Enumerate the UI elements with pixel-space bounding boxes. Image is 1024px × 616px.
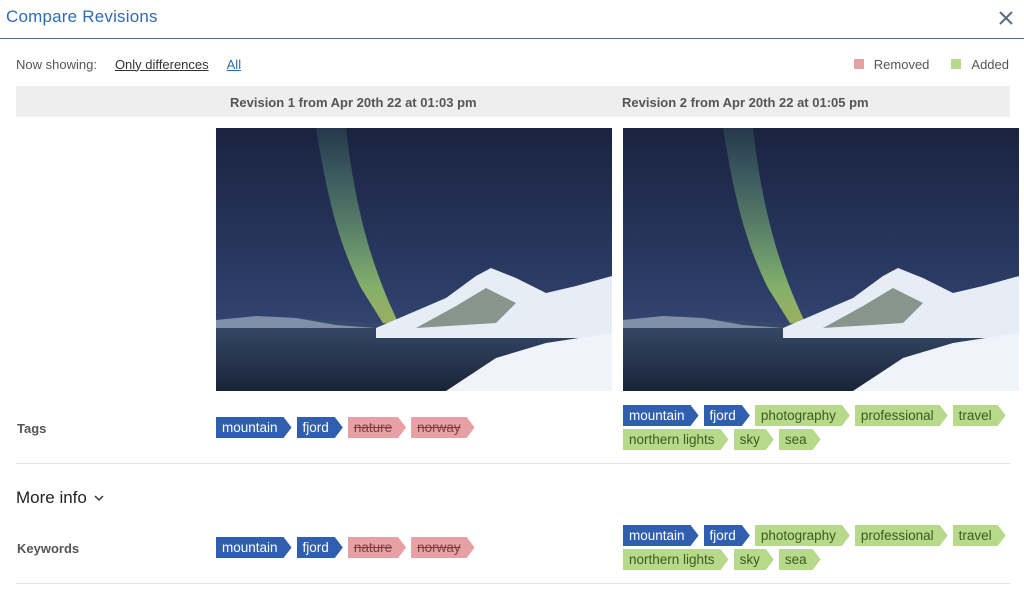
revision-header-bar: Revision 1 from Apr 20th 22 at 01:03 pm …	[16, 86, 1010, 117]
tag-chip: fjord	[297, 417, 343, 438]
legend-added-swatch	[951, 59, 962, 69]
legend-removed-label: Removed	[873, 56, 930, 72]
tag-chip: sky	[734, 549, 774, 570]
more-info-toggle[interactable]: More info	[16, 488, 105, 508]
divider	[16, 583, 1010, 584]
keywords-revision-1: mountain fjord nature norway	[216, 537, 612, 561]
legend-removed-swatch	[853, 59, 864, 69]
chevron-down-icon	[94, 495, 104, 502]
tag-chip: mountain	[623, 525, 699, 546]
tag-chip: sea	[779, 549, 821, 570]
tag-chip: norway	[411, 537, 475, 558]
filter-only-differences-link[interactable]: Only differences	[115, 57, 209, 72]
tag-chip: nature	[348, 537, 406, 558]
legend: Removed Added	[832, 55, 1009, 73]
tag-chip: sky	[734, 429, 774, 450]
revision-2-image	[623, 128, 1019, 391]
close-icon	[999, 11, 1013, 25]
tag-chip: northern lights	[623, 429, 729, 450]
revision-1-header: Revision 1 from Apr 20th 22 at 01:03 pm	[230, 95, 477, 110]
tag-chip: mountain	[216, 537, 292, 558]
legend-added: Added	[951, 57, 1009, 72]
dialog-title: Compare Revisions	[6, 7, 158, 26]
tag-chip: fjord	[297, 537, 343, 558]
tags-revision-1: mountain fjord nature norway	[216, 417, 612, 441]
tag-chip: professional	[855, 405, 948, 426]
tags-label: Tags	[17, 421, 47, 436]
keywords-label: Keywords	[17, 541, 80, 556]
tag-chip: travel	[953, 405, 1006, 426]
tag-chip: mountain	[623, 405, 699, 426]
tag-chip: fjord	[704, 405, 750, 426]
close-button[interactable]	[994, 6, 1018, 30]
revision-1-image	[216, 128, 612, 391]
keywords-revision-2: mountain fjord photography professional trav…	[623, 525, 1019, 573]
tag-chip: photography	[755, 405, 850, 426]
tag-chip: fjord	[704, 525, 750, 546]
tags-revision-2: mountain fjord photography professional trav…	[623, 405, 1019, 453]
tag-chip: sea	[779, 429, 821, 450]
tag-chip: norway	[411, 417, 475, 438]
filter-label: Now showing:	[16, 56, 97, 72]
filter-bar: Now showing: Only differences All	[16, 55, 259, 73]
tag-chip: photography	[755, 525, 850, 546]
tag-chip: mountain	[216, 417, 292, 438]
dialog-header: Compare Revisions	[0, 0, 1024, 39]
tag-chip: travel	[953, 525, 1006, 546]
more-info-label: More info	[16, 488, 87, 507]
tag-chip: professional	[855, 525, 948, 546]
legend-removed: Removed	[853, 56, 930, 72]
legend-added-label: Added	[971, 56, 1009, 72]
filter-all-link[interactable]: All	[227, 57, 241, 72]
tag-chip: nature	[348, 417, 406, 438]
revision-2-header: Revision 2 from Apr 20th 22 at 01:05 pm	[622, 95, 869, 110]
tag-chip: northern lights	[623, 549, 729, 570]
divider	[16, 463, 1010, 464]
